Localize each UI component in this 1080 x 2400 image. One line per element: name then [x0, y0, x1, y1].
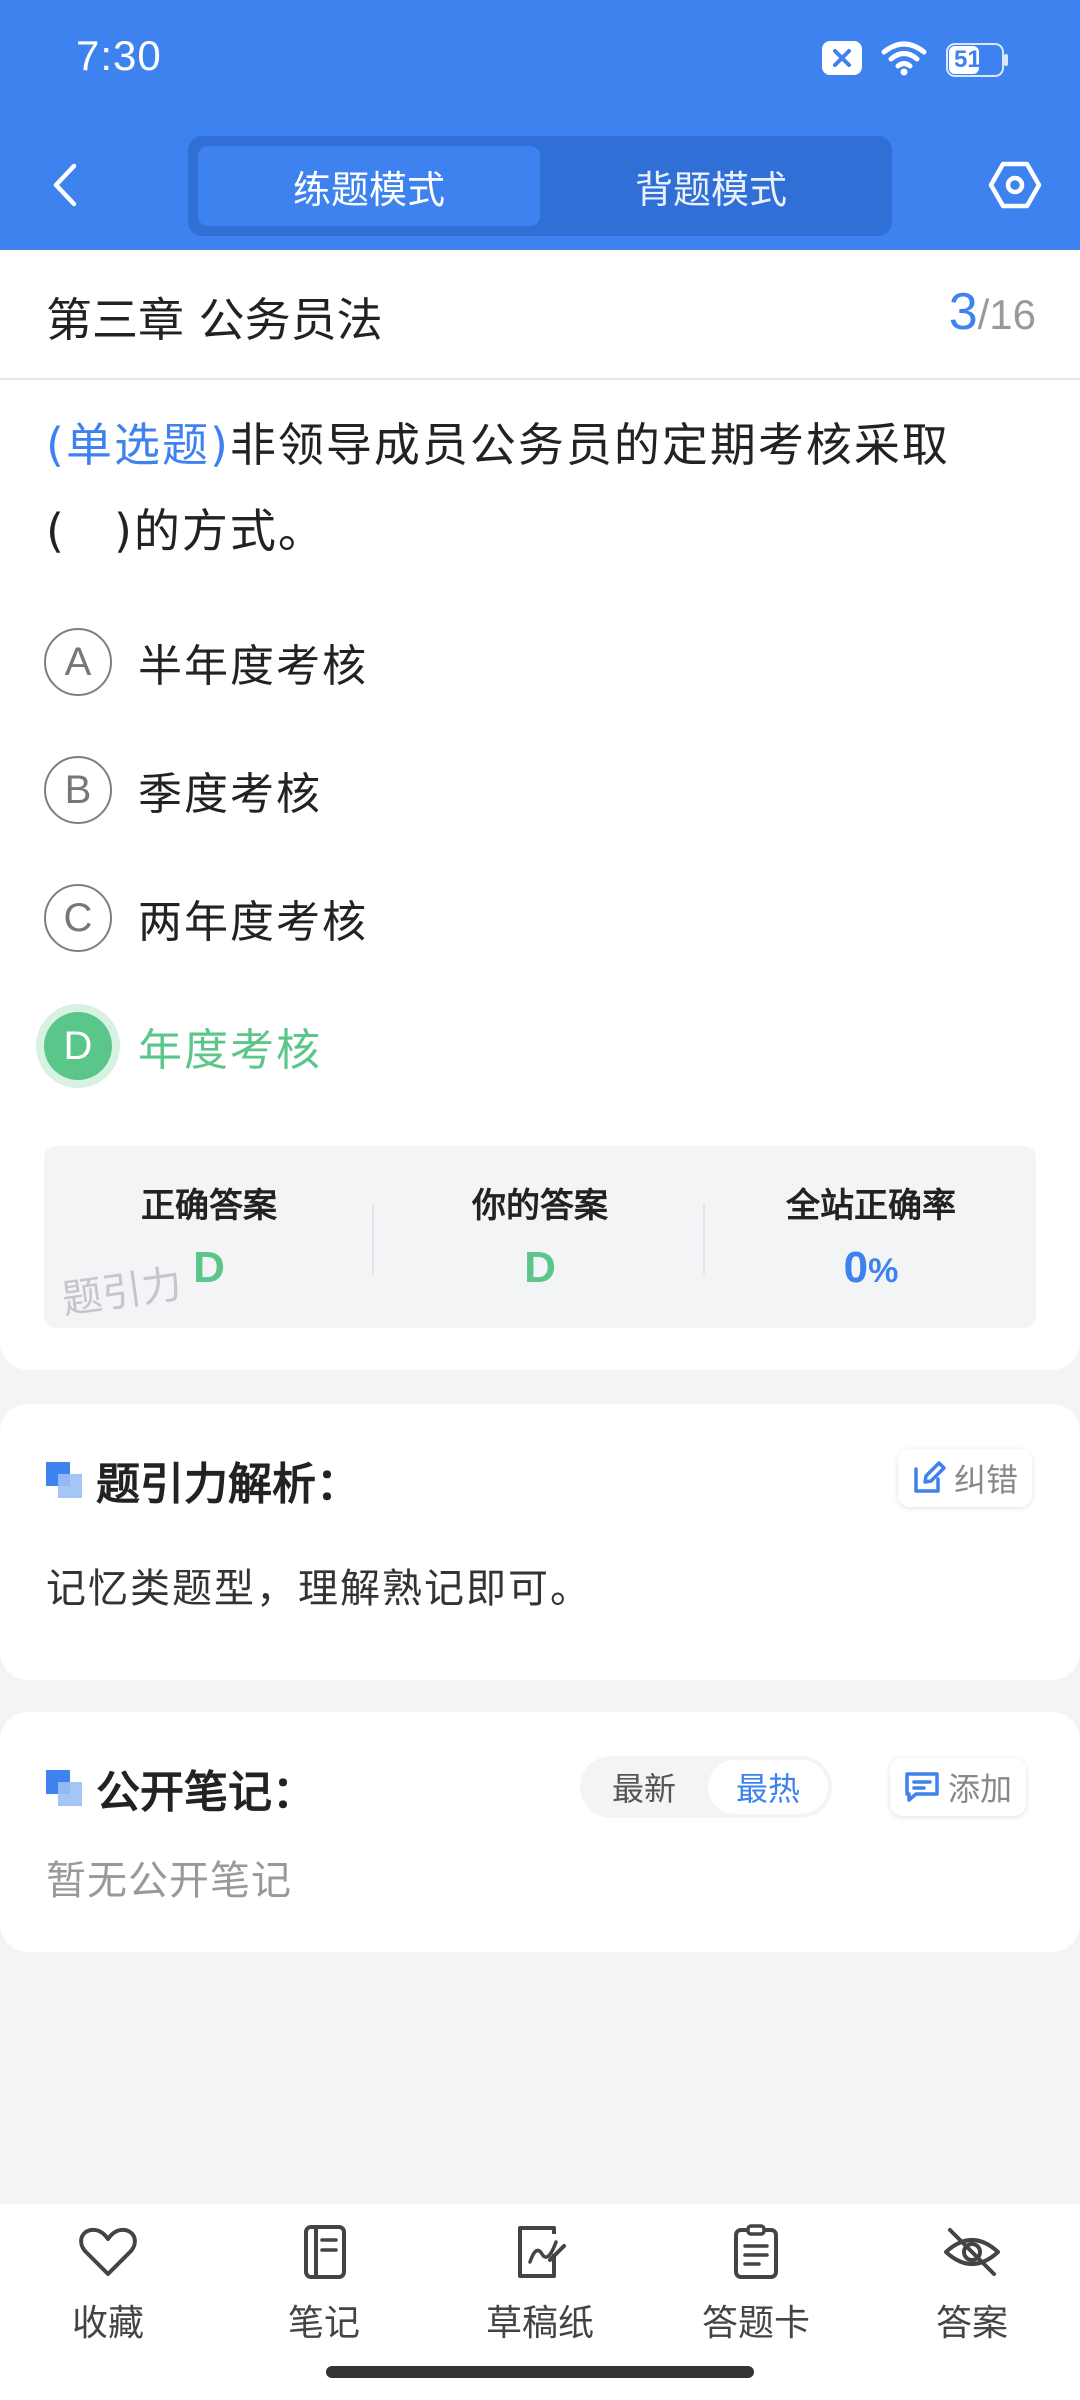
answer-sheet-button[interactable]: 答题卡 — [648, 2224, 864, 2346]
accuracy-unit: % — [868, 1252, 899, 1290]
your-answer-col: 你的答案 D — [375, 1146, 705, 1328]
status-time: 7:30 — [76, 32, 162, 79]
empty-notes-text: 暂无公开笔记 — [46, 1858, 292, 1904]
answer-sheet-icon — [734, 2224, 778, 2279]
battery-icon: 51 — [946, 42, 1010, 78]
your-answer-label: 你的答案 — [472, 1186, 608, 1226]
analysis-text: 记忆类题型，理解熟记即可。 — [46, 1566, 592, 1612]
option-letter: B — [44, 756, 112, 824]
question-progress: 3/16 — [949, 282, 1036, 342]
notes-sort-switch: 最新 最热 — [580, 1756, 832, 1818]
home-indicator[interactable] — [326, 2366, 754, 2378]
show-answer-button[interactable]: 答案 — [864, 2224, 1080, 2346]
report-error-label: 纠错 — [954, 1461, 1019, 1499]
option-letter: A — [44, 628, 112, 696]
notes-button[interactable]: 笔记 — [216, 2224, 432, 2346]
option-text: 年度考核 — [138, 1025, 322, 1076]
option-a[interactable]: A 半年度考核 — [44, 622, 368, 702]
accuracy-value: 0% — [844, 1243, 899, 1293]
divider — [703, 1204, 705, 1274]
section-square-icon — [46, 1770, 82, 1806]
analysis-card — [0, 1404, 1080, 1680]
back-button[interactable] — [40, 150, 90, 220]
tab-practice-mode[interactable]: 练题模式 — [198, 146, 540, 226]
heart-icon — [79, 2227, 137, 2276]
current-question-number: 3 — [948, 283, 978, 341]
add-note-label: 添加 — [948, 1770, 1013, 1808]
draft-label: 草稿纸 — [485, 2303, 594, 2344]
chapter-title: 第三章 公务员法 — [46, 293, 383, 347]
accuracy-col: 全站正确率 0% — [706, 1146, 1036, 1328]
wifi-icon — [880, 40, 928, 80]
notes-label: 笔记 — [287, 2303, 360, 2344]
notes-title: 公开笔记： — [96, 1767, 316, 1818]
notebook-icon — [304, 2225, 346, 2279]
option-d[interactable]: D 年度考核 — [44, 1006, 322, 1086]
notes-card — [0, 1712, 1080, 1952]
option-b[interactable]: B 季度考核 — [44, 750, 322, 830]
sort-hottest[interactable]: 最热 — [708, 1760, 828, 1814]
sort-latest[interactable]: 最新 — [584, 1760, 704, 1814]
question-type: (单选题) — [46, 418, 230, 472]
question-stem: (单选题)非领导成员公务员的定期考核采取( )的方式。 — [46, 402, 1036, 574]
favorite-button[interactable]: 收藏 — [0, 2224, 216, 2346]
option-text: 两年度考核 — [138, 897, 368, 948]
accuracy-label: 全站正确率 — [786, 1186, 956, 1226]
eye-off-icon — [944, 2228, 1000, 2276]
draft-icon — [518, 2226, 566, 2278]
correct-answer-value: D — [193, 1243, 225, 1292]
notes-header: 公开笔记： — [46, 1756, 316, 1820]
answer-summary: 正确答案 D 你的答案 D 全站正确率 0% — [44, 1146, 1036, 1328]
notification-close-icon — [822, 41, 862, 79]
your-answer-value: D — [524, 1243, 556, 1292]
add-note-button[interactable]: 添加 — [890, 1758, 1027, 1816]
analysis-header: 题引力解析： — [46, 1448, 360, 1512]
favorite-label: 收藏 — [71, 2303, 144, 2344]
battery-level: 51 — [954, 46, 981, 73]
correct-answer-label: 正确答案 — [141, 1186, 277, 1226]
status-icons: 51 — [822, 38, 1010, 82]
option-letter: C — [44, 884, 112, 952]
answer-sheet-label: 答题卡 — [701, 2303, 810, 2344]
option-text: 半年度考核 — [138, 641, 368, 692]
option-letter: D — [44, 1012, 112, 1080]
total-questions: /16 — [977, 291, 1036, 338]
draft-button[interactable]: 草稿纸 — [432, 2224, 648, 2346]
analysis-title: 题引力解析： — [96, 1459, 360, 1510]
accuracy-number: 0 — [843, 1243, 869, 1292]
mode-switch: 练题模式 背题模式 — [188, 136, 892, 236]
edit-icon — [914, 1461, 946, 1493]
settings-hexagon-icon — [988, 161, 1042, 209]
show-answer-label: 答案 — [935, 2303, 1008, 2344]
divider — [0, 378, 1080, 380]
chevron-left-icon — [53, 163, 77, 207]
tab-recite-mode[interactable]: 背题模式 — [540, 146, 882, 226]
settings-button[interactable] — [985, 150, 1045, 220]
option-text: 季度考核 — [138, 769, 322, 820]
section-square-icon — [46, 1462, 82, 1498]
divider — [372, 1204, 374, 1274]
comment-icon — [905, 1772, 939, 1802]
option-c[interactable]: C 两年度考核 — [44, 878, 368, 958]
report-error-button[interactable]: 纠错 — [898, 1449, 1033, 1507]
